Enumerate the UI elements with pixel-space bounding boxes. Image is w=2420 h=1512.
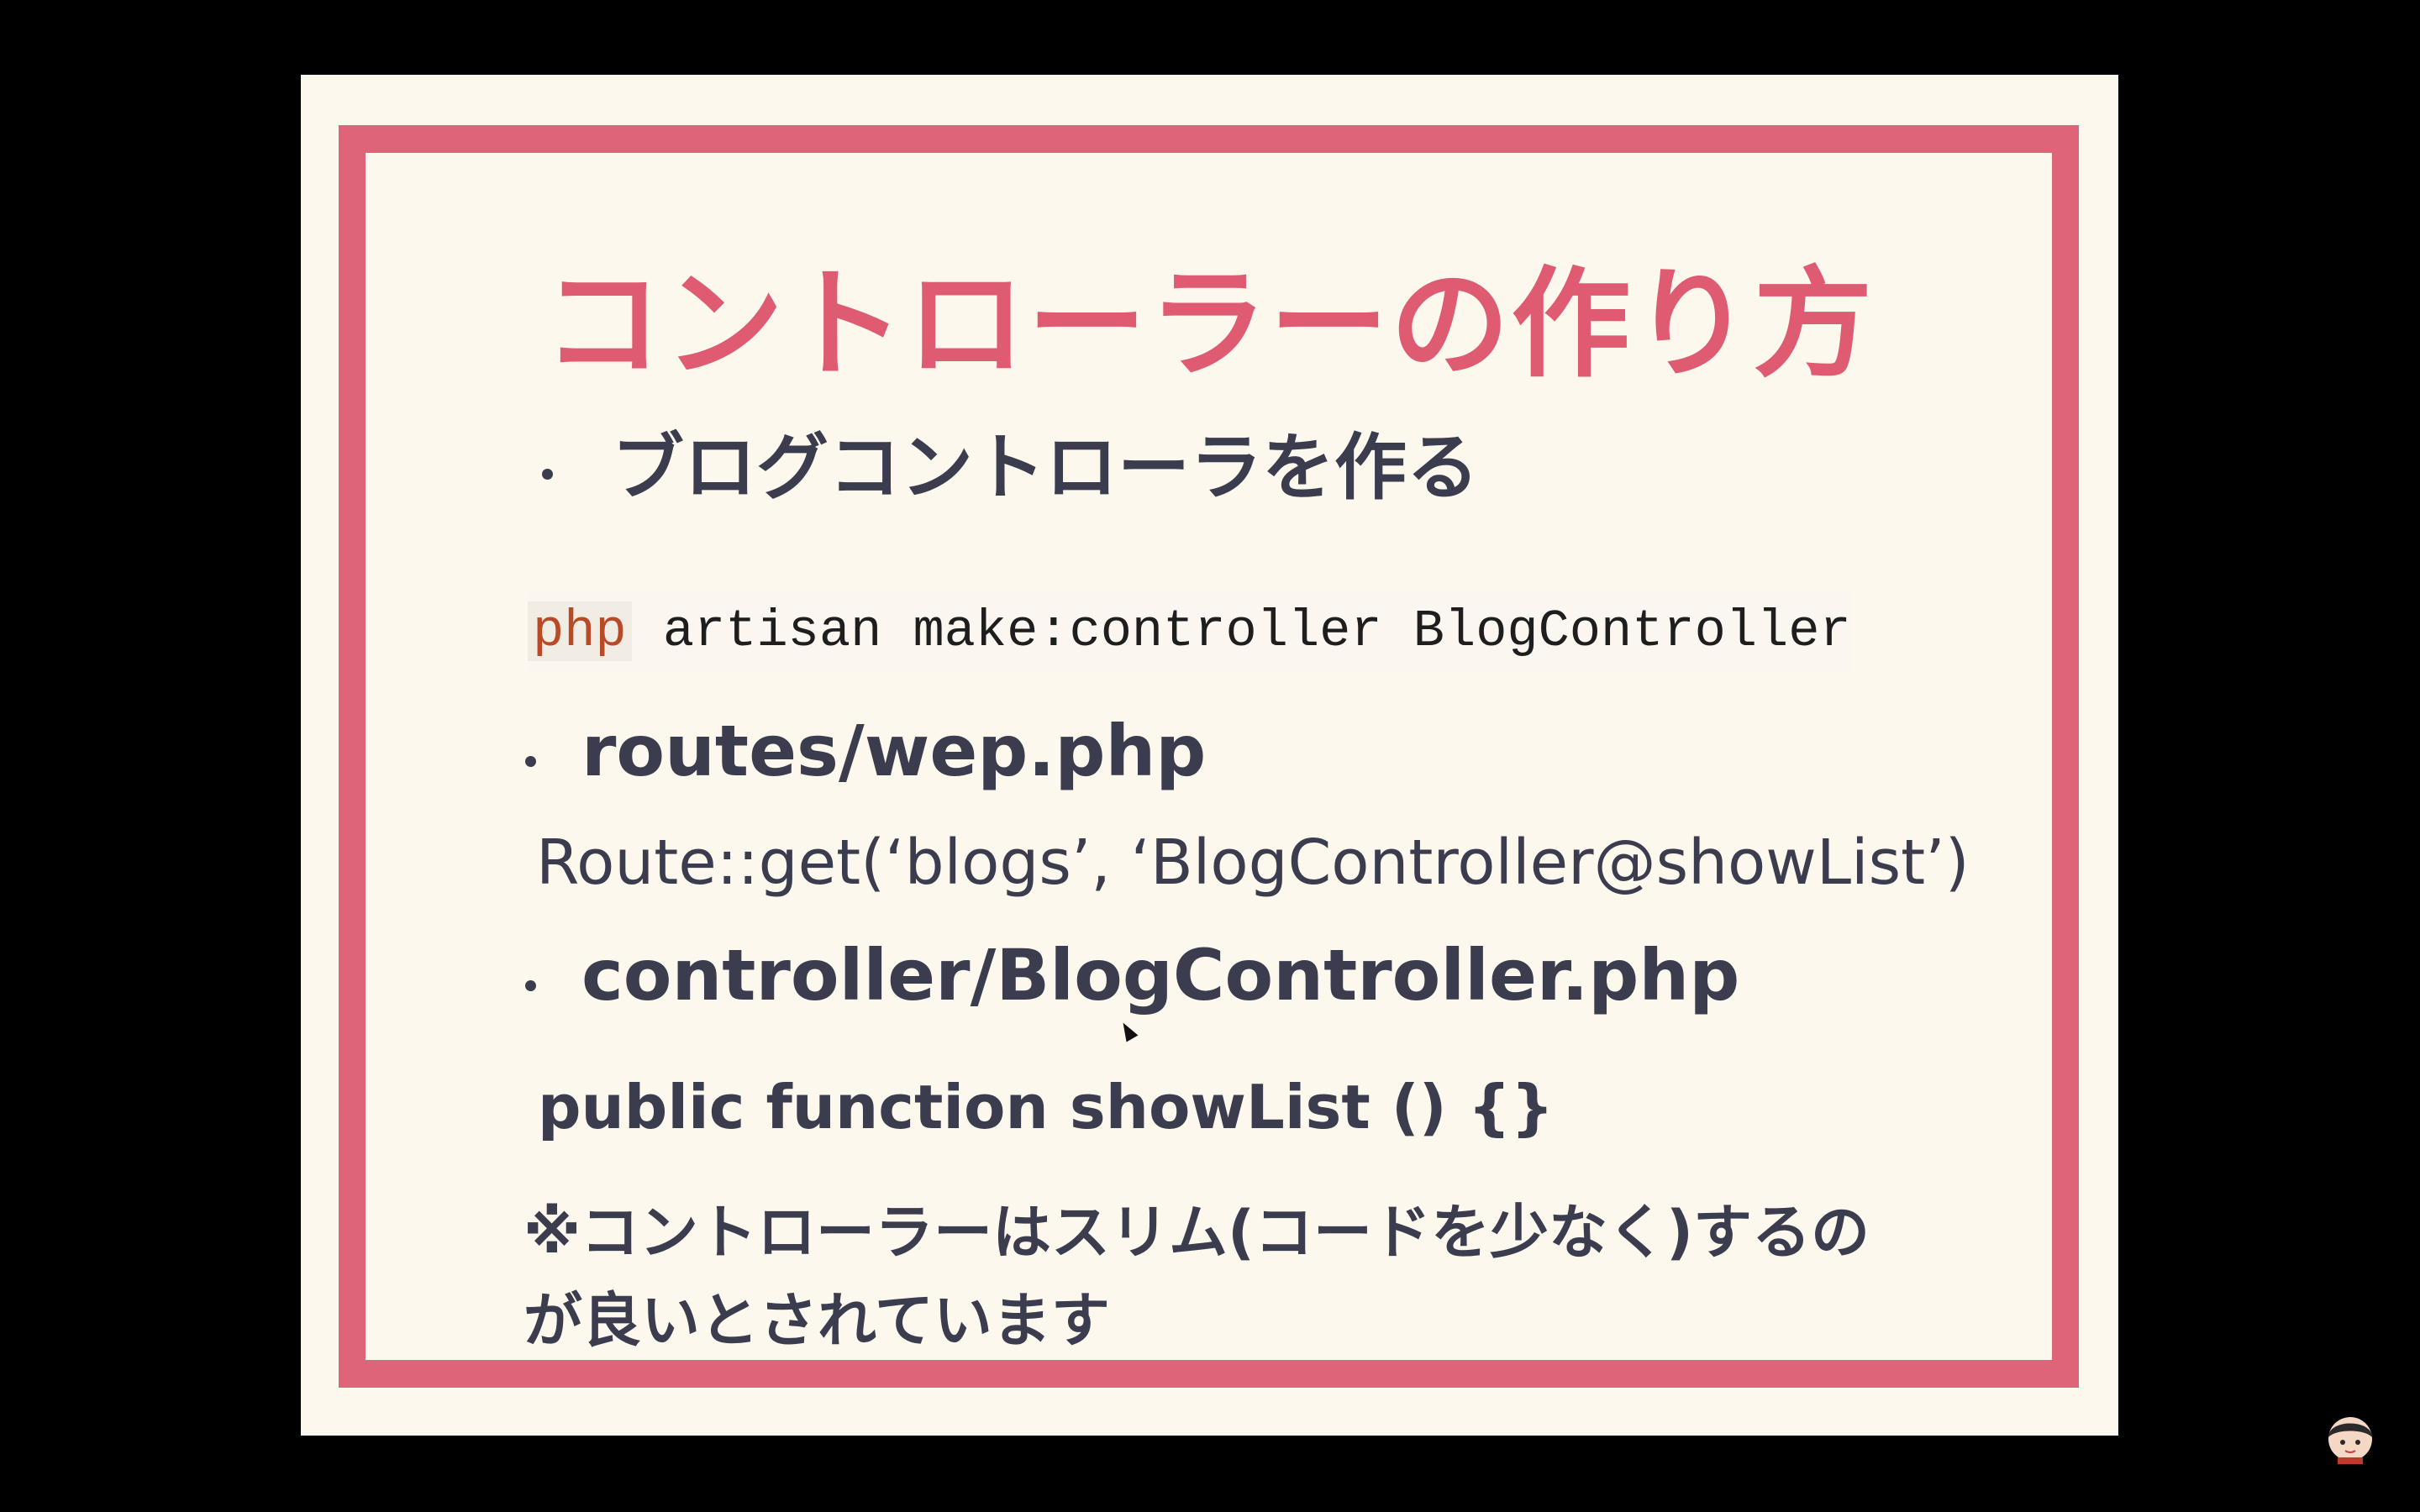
note-line-2: が良いとされています xyxy=(523,1286,1110,1355)
bullet-text-2: routes/wep.php xyxy=(581,710,1207,792)
bullet-text-3: controller/BlogController.php xyxy=(581,934,1740,1016)
slide-title: コントローラーの作り方 xyxy=(543,255,1875,394)
route-code-line: Route::get(‘blogs’, ‘BlogController@show… xyxy=(536,827,1970,899)
slide: コントローラーの作り方 ブログコントローラを作る php artisan mak… xyxy=(301,75,2118,1436)
bullet-dot-1 xyxy=(542,469,553,480)
slide-content: コントローラーの作り方 ブログコントローラを作る php artisan mak… xyxy=(366,153,2052,1360)
slide-border: コントローラーの作り方 ブログコントローラを作る php artisan mak… xyxy=(339,125,2079,1388)
bullet-dot-3 xyxy=(525,980,536,991)
code-command: php artisan make:controller BlogControll… xyxy=(528,591,1851,672)
presenter-avatar-icon xyxy=(2323,1409,2378,1464)
code-keyword: php xyxy=(528,601,632,661)
note-line-1: ※コントローラーはスリム(コードを少なく)するの xyxy=(523,1198,1870,1267)
code-command-text: artisan make:controller BlogController xyxy=(631,601,1851,661)
bullet-dot-2 xyxy=(525,756,536,767)
bullet-text-1: ブログコントローラを作る xyxy=(612,426,1479,510)
function-code-line: public function showList () {} xyxy=(538,1072,1555,1142)
